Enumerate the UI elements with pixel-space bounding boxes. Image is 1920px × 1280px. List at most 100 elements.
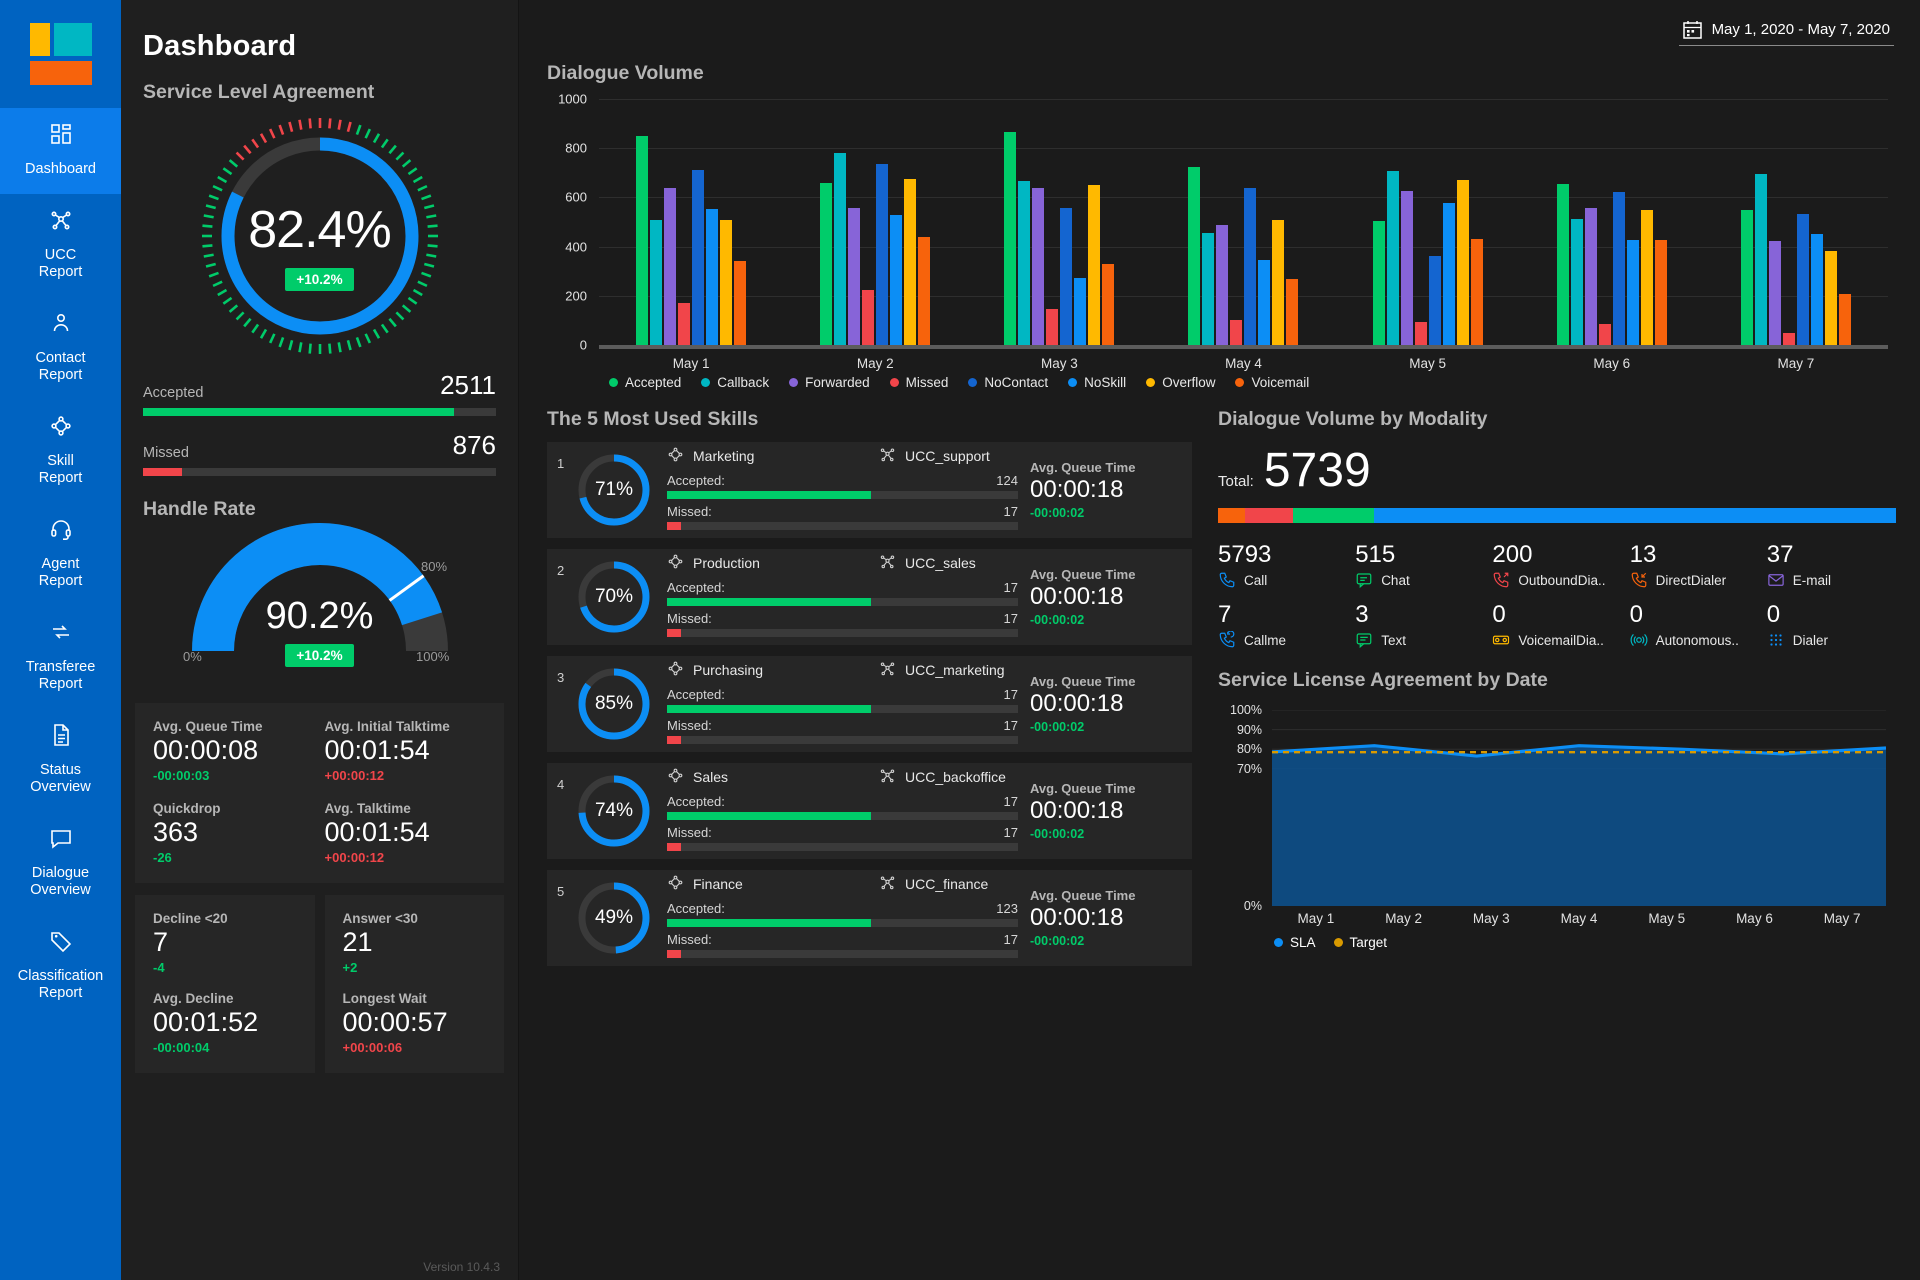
skill-card[interactable]: 3 85% Purchasing UCC_marketing Accepted: 17 Mi… — [547, 656, 1192, 752]
bar-nocontact[interactable] — [1428, 255, 1441, 345]
bar-overflow[interactable] — [720, 220, 733, 345]
bar-accepted[interactable] — [1004, 132, 1017, 345]
legend-item-sla[interactable]: SLA — [1274, 935, 1316, 950]
handle-rate-delta: +10.2% — [285, 644, 354, 667]
bar-accepted[interactable] — [1372, 220, 1385, 345]
bar-callback[interactable] — [834, 153, 847, 345]
sidebar-item-skill-report[interactable]: Skill Report — [0, 400, 121, 503]
modality-value: 37 — [1766, 541, 1794, 568]
modality-voicemaildia[interactable]: 0 VoicemailDia.. — [1492, 601, 1621, 649]
legend-item-callback[interactable]: Callback — [701, 375, 769, 390]
bar-missed[interactable] — [1230, 319, 1243, 345]
modality-text[interactable]: 3 Text — [1355, 601, 1484, 649]
modality-callme[interactable]: 7 Callme — [1218, 601, 1347, 649]
bar-callback[interactable] — [650, 220, 663, 345]
modality-directdialer[interactable]: 13 DirectDialer — [1630, 541, 1759, 589]
bar-overflow[interactable] — [1640, 209, 1653, 345]
bar-voicemail[interactable] — [1654, 239, 1667, 345]
bar-voicemail[interactable] — [1838, 293, 1851, 345]
bar-overflow[interactable] — [904, 178, 917, 345]
sidebar-item-agent-report[interactable]: Agent Report — [0, 503, 121, 606]
bar-nocontact[interactable] — [1796, 214, 1809, 345]
bar-accepted[interactable] — [1740, 210, 1753, 345]
bar-callback[interactable] — [1570, 219, 1583, 345]
modality-outbounddia[interactable]: 200 OutboundDia.. — [1492, 541, 1621, 589]
sidebar-item-ucc-report[interactable]: UCC Report — [0, 194, 121, 297]
sidebar-item-contact-report[interactable]: Contact Report — [0, 297, 121, 400]
bar-nocontact[interactable] — [692, 169, 705, 345]
bar-nocontact[interactable] — [1060, 207, 1073, 345]
date-range-picker[interactable]: May 1, 2020 - May 7, 2020 — [1678, 16, 1894, 46]
modality-dialer[interactable]: 0 Dialer — [1767, 601, 1896, 649]
bar-missed[interactable] — [1414, 321, 1427, 345]
kpi-delta: -26 — [153, 850, 172, 865]
bar-overflow[interactable] — [1456, 179, 1469, 345]
bar-voicemail[interactable] — [1470, 238, 1483, 345]
modality-call[interactable]: 5793 Call — [1218, 541, 1347, 589]
bar-callback[interactable] — [1754, 174, 1767, 345]
x-tick-label: May 3 — [1040, 356, 1078, 371]
legend-item-forwarded[interactable]: Forwarded — [789, 375, 870, 390]
modality-e-mail[interactable]: 37 E-mail — [1767, 541, 1896, 589]
bar-overflow[interactable] — [1824, 250, 1837, 345]
bar-callback[interactable] — [1386, 170, 1399, 345]
skill-card[interactable]: 5 49% Finance UCC_finance Accepted: 123 Missed… — [547, 870, 1192, 966]
bar-nocontact[interactable] — [1612, 192, 1625, 345]
skill-accepted-value: 17 — [1003, 793, 1018, 809]
bar-forwarded[interactable] — [1584, 207, 1597, 345]
bar-noskill[interactable] — [1626, 239, 1639, 345]
bar-accepted[interactable] — [820, 182, 833, 345]
modality-autonomous[interactable]: 0 Autonomous.. — [1630, 601, 1759, 649]
bar-noskill[interactable] — [1442, 203, 1455, 345]
bar-missed[interactable] — [678, 302, 691, 345]
bar-forwarded[interactable] — [848, 207, 861, 345]
bar-forwarded[interactable] — [1400, 190, 1413, 345]
bar-callback[interactable] — [1018, 180, 1031, 345]
bar-voicemail[interactable] — [1102, 263, 1115, 345]
bar-forwarded[interactable] — [1768, 240, 1781, 345]
bar-noskill[interactable] — [1074, 278, 1087, 345]
bar-noskill[interactable] — [1810, 233, 1823, 345]
bar-overflow[interactable] — [1088, 185, 1101, 345]
network-icon — [879, 446, 896, 466]
bar-noskill[interactable] — [890, 215, 903, 345]
bar-missed[interactable] — [1046, 309, 1059, 345]
bar-voicemail[interactable] — [918, 236, 931, 345]
skill-card[interactable]: 4 74% Sales UCC_backoffice Accepted: 17 Missed… — [547, 763, 1192, 859]
legend-item-noskill[interactable]: NoSkill — [1068, 375, 1126, 390]
legend-item-accepted[interactable]: Accepted — [609, 375, 681, 390]
bar-accepted[interactable] — [1556, 183, 1569, 345]
legend-item-voicemail[interactable]: Voicemail — [1235, 375, 1309, 390]
sidebar-item-dashboard[interactable]: Dashboard — [0, 108, 121, 194]
bar-noskill[interactable] — [1258, 260, 1271, 345]
skill-nodes-icon — [667, 446, 684, 466]
bar-missed[interactable] — [1598, 324, 1611, 345]
bar-nocontact[interactable] — [876, 164, 889, 345]
skill-card[interactable]: 1 71% Marketing UCC_support Accepted: 124 Miss… — [547, 442, 1192, 538]
legend-item-overflow[interactable]: Overflow — [1146, 375, 1215, 390]
legend-item-missed[interactable]: Missed — [889, 375, 948, 390]
bar-voicemail[interactable] — [734, 260, 747, 345]
sidebar-item-status-overview[interactable]: Status Overview — [0, 709, 121, 812]
sidebar-item-label: Transferee Report — [25, 659, 96, 692]
sidebar-item-classification-report[interactable]: Classification Report — [0, 915, 121, 1018]
bar-forwarded[interactable] — [1032, 187, 1045, 345]
y-tick-label: 1000 — [558, 91, 587, 107]
sidebar-item-transferee-report[interactable]: Transferee Report — [0, 606, 121, 709]
sidebar-item-dialogue-overview[interactable]: Dialogue Overview — [0, 812, 121, 915]
bar-accepted[interactable] — [1188, 167, 1201, 345]
bar-voicemail[interactable] — [1286, 279, 1299, 345]
legend-item-nocontact[interactable]: NoContact — [968, 375, 1048, 390]
legend-item-target[interactable]: Target — [1333, 935, 1387, 950]
bar-nocontact[interactable] — [1244, 188, 1257, 345]
bar-overflow[interactable] — [1272, 219, 1285, 345]
bar-noskill[interactable] — [706, 209, 719, 345]
bar-forwarded[interactable] — [664, 188, 677, 345]
skill-card[interactable]: 2 70% Production UCC_sales Accepted: 17 Missed… — [547, 549, 1192, 645]
bar-accepted[interactable] — [636, 136, 649, 345]
modality-chat[interactable]: 515 Chat — [1355, 541, 1484, 589]
bar-missed[interactable] — [1782, 332, 1795, 345]
bar-callback[interactable] — [1202, 233, 1215, 345]
bar-forwarded[interactable] — [1216, 224, 1229, 345]
bar-missed[interactable] — [862, 289, 875, 345]
